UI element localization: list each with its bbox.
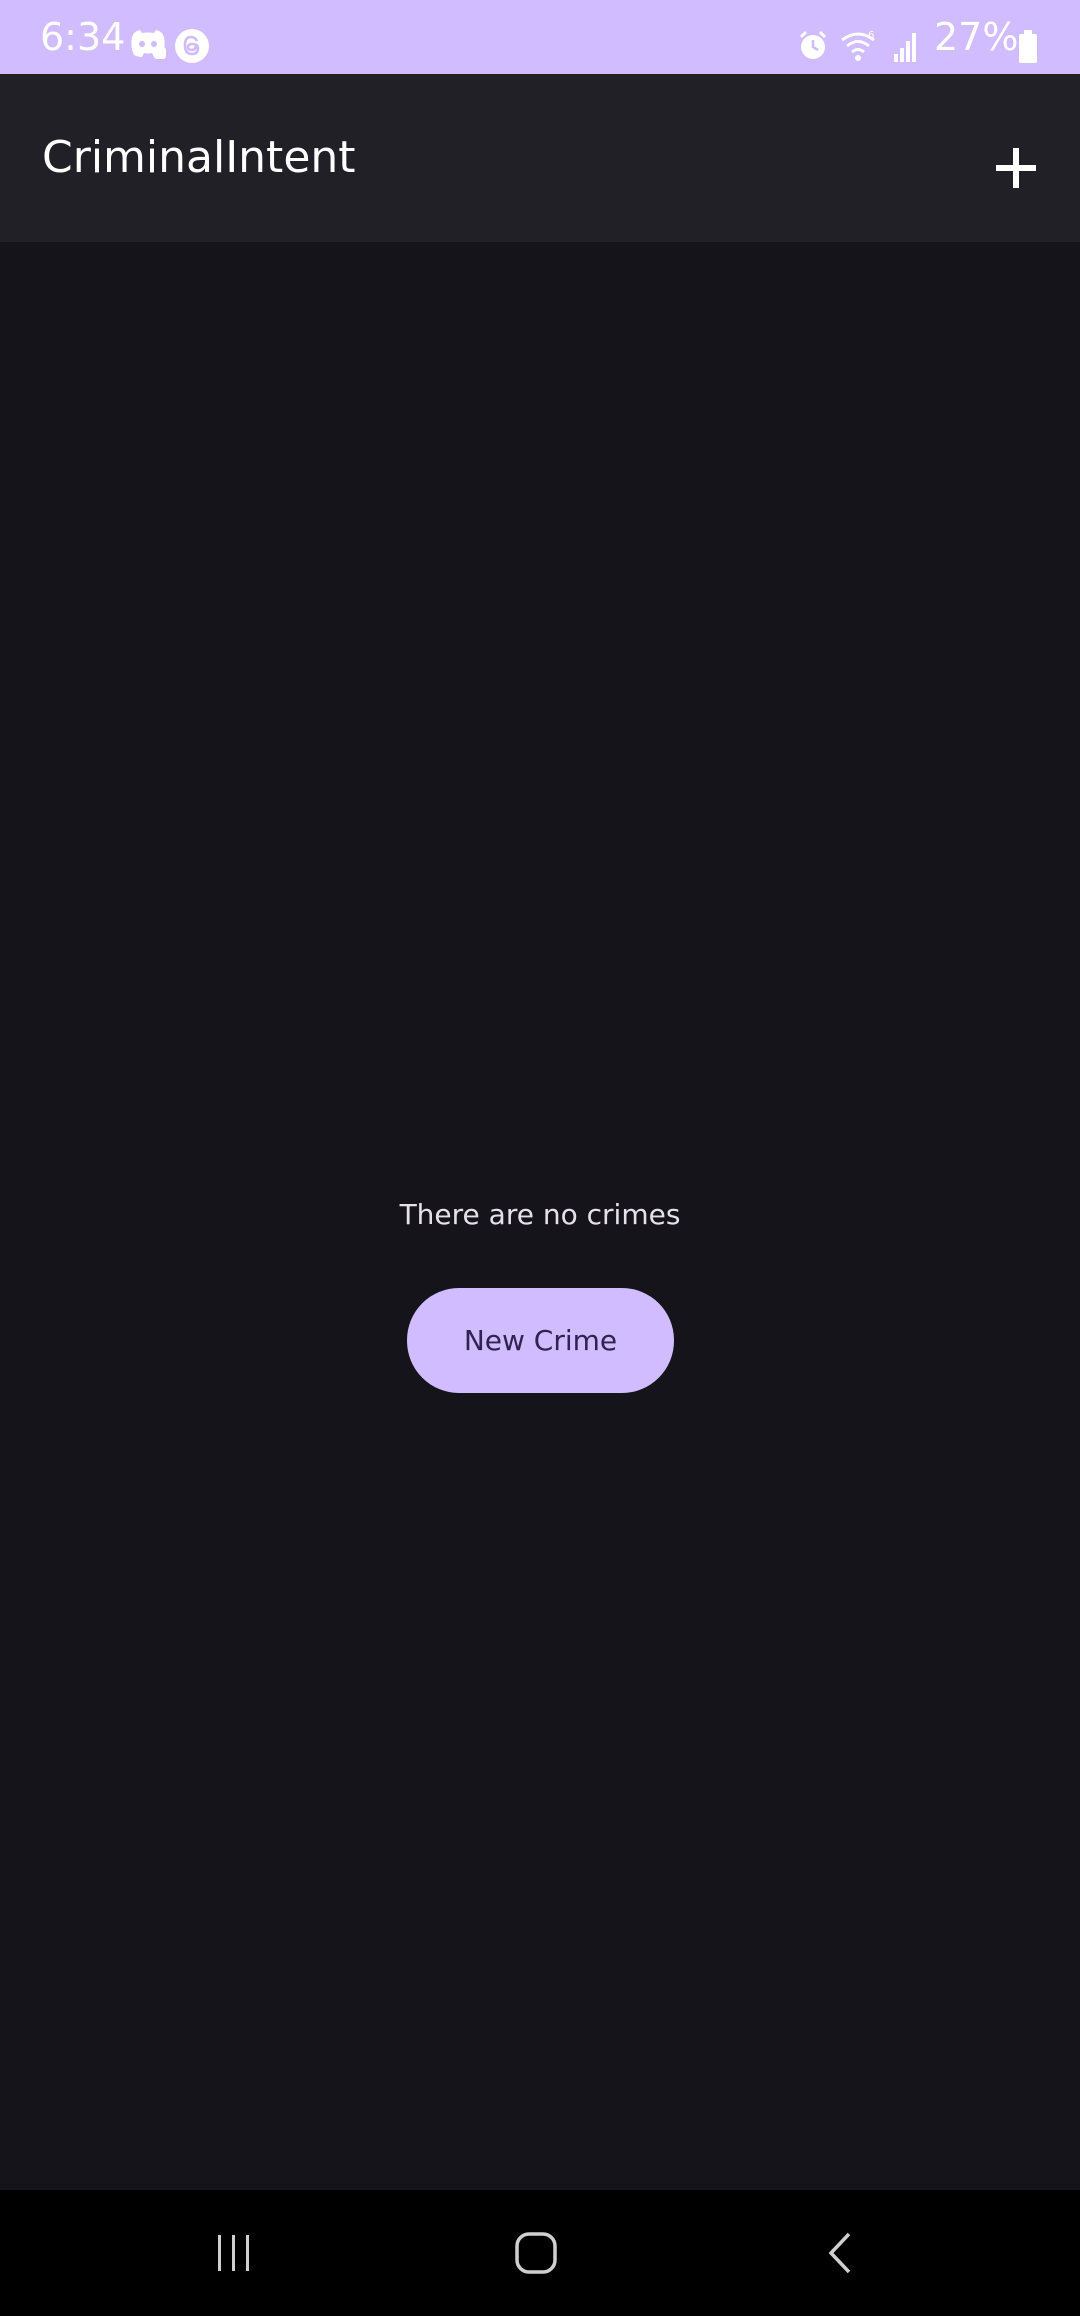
app-bar: CriminalIntent — [0, 74, 1080, 242]
status-bar: 6:34 6 27% — [0, 0, 1080, 74]
new-crime-button[interactable]: New Crime — [407, 1288, 674, 1393]
recents-icon — [218, 2235, 249, 2271]
home-icon — [515, 2232, 557, 2274]
system-navigation-bar — [0, 2190, 1080, 2316]
app-title: CriminalIntent — [42, 132, 356, 183]
svg-text:6: 6 — [868, 30, 874, 41]
status-time: 6:34 — [40, 15, 126, 59]
back-button[interactable] — [770, 2190, 910, 2316]
home-button[interactable] — [466, 2190, 606, 2316]
status-system-icons: 6 — [798, 28, 922, 64]
add-icon — [996, 148, 1036, 188]
crime-list-empty-state: There are no crimes New Crime — [0, 242, 1080, 2190]
signal-icon — [894, 33, 916, 62]
threads-icon — [174, 28, 210, 64]
battery-icon — [1018, 30, 1038, 64]
add-crime-button[interactable] — [964, 122, 1068, 226]
alarm-icon — [799, 30, 827, 59]
wifi-icon: 6 — [841, 30, 875, 61]
back-icon — [828, 2232, 851, 2274]
recents-button[interactable] — [164, 2190, 304, 2316]
empty-message: There are no crimes — [399, 1198, 681, 1231]
battery-percentage: 27% — [934, 15, 1019, 59]
